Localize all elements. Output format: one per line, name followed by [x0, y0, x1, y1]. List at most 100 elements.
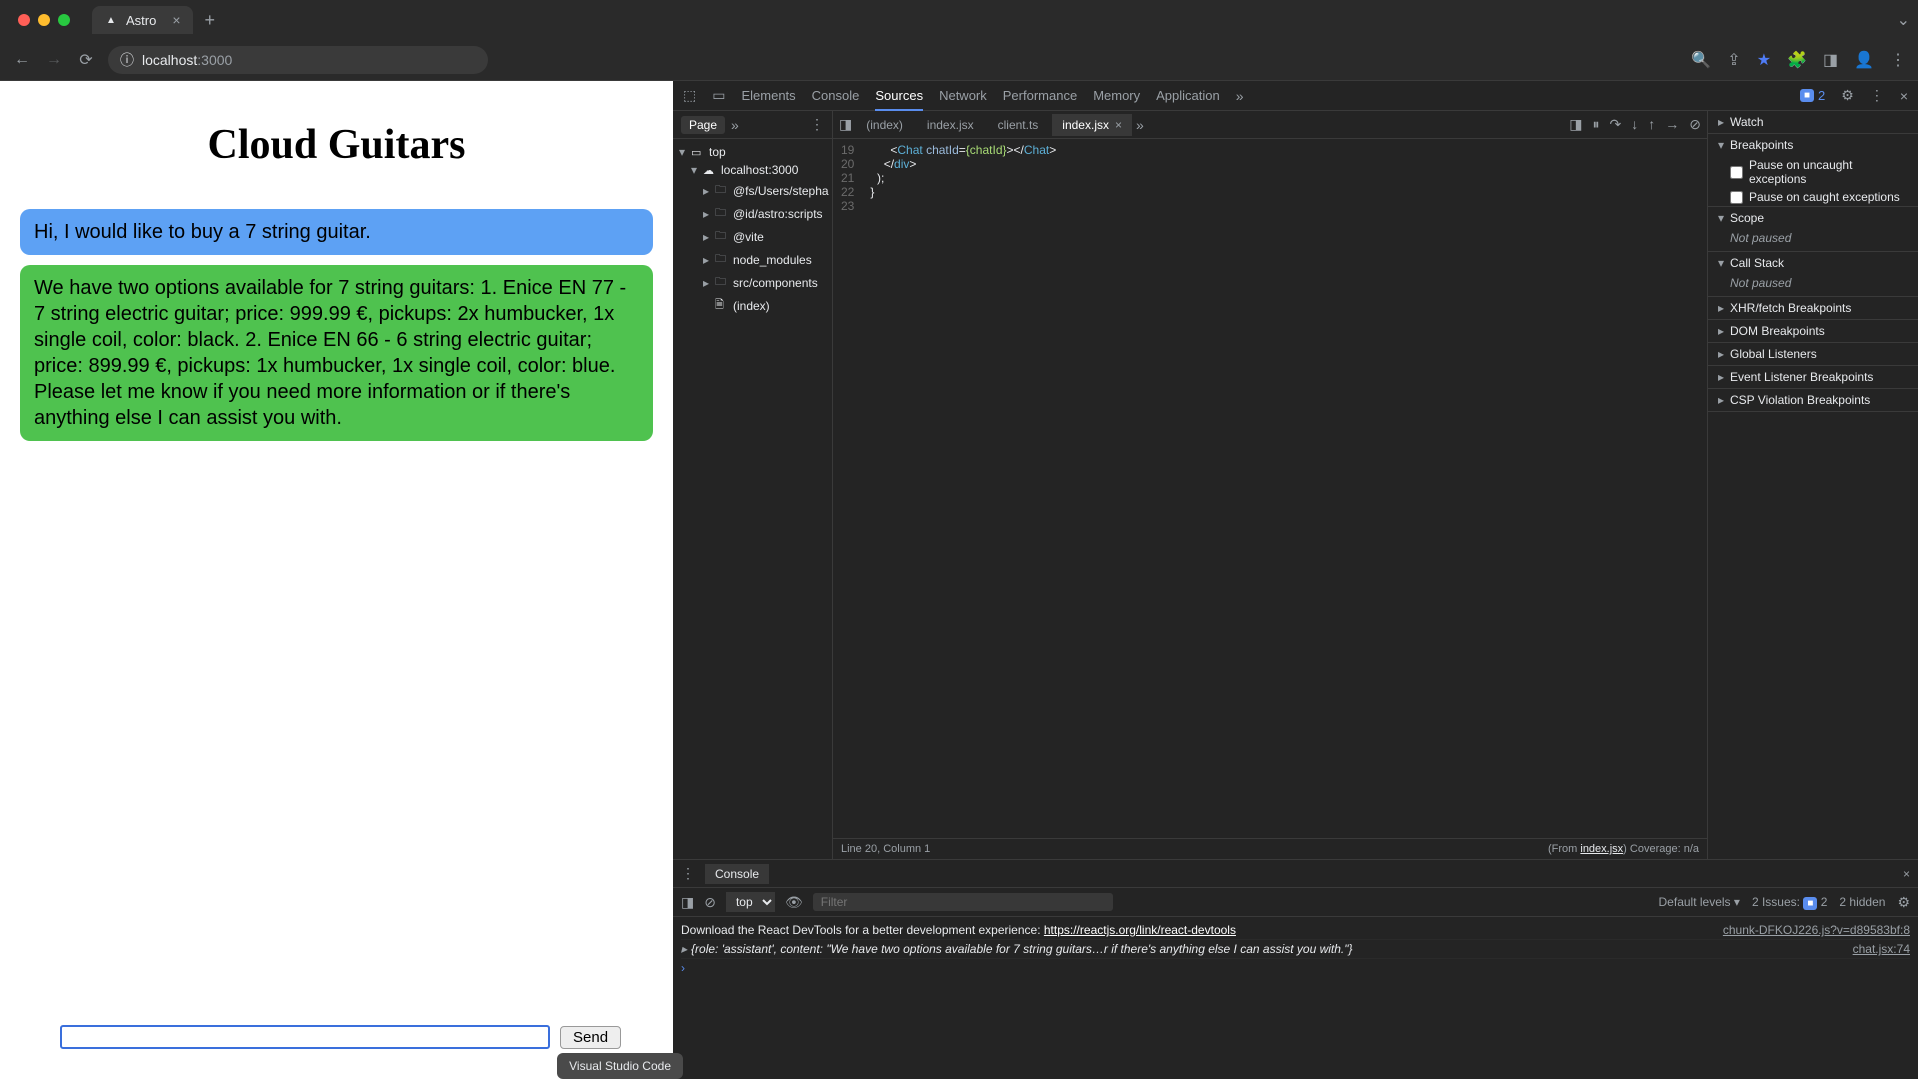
callstack-body: Not paused — [1708, 274, 1918, 296]
log-levels-dropdown[interactable]: Default levels ▾ — [1659, 895, 1740, 909]
scope-body: Not paused — [1708, 229, 1918, 251]
pause-icon[interactable]: ⏸ — [1593, 116, 1600, 133]
close-editor-tab-icon[interactable]: × — [1115, 118, 1122, 132]
filetree-folder[interactable]: ▸🗀 @fs/Users/stepha — [673, 179, 832, 202]
filetree-folder[interactable]: ▸🗀 @id/astro:scripts — [673, 202, 832, 225]
pause-caught-checkbox[interactable]: Pause on caught exceptions — [1708, 188, 1918, 206]
console-drawer: ⋮ Console × ◨ ⊘ top 👁 Default levels ▾ 2… — [673, 859, 1918, 1079]
step-out-icon[interactable]: ↑ — [1648, 116, 1655, 133]
clear-console-icon[interactable]: ⊘ — [704, 894, 716, 911]
filetree-menu-icon[interactable]: ⋮ — [810, 116, 824, 133]
browser-menu-icon[interactable]: ⋮ — [1890, 50, 1906, 70]
editor-tab[interactable]: client.ts — [988, 114, 1049, 136]
console-source-link[interactable]: chat.jsx:74 — [1853, 942, 1910, 956]
console-context-select[interactable]: top — [726, 892, 775, 912]
tab-performance[interactable]: Performance — [1003, 88, 1077, 103]
xhr-breakpoints-section[interactable]: ▸XHR/fetch Breakpoints — [1708, 297, 1918, 319]
more-tabs-icon[interactable]: » — [1236, 88, 1244, 104]
tab-application[interactable]: Application — [1156, 88, 1220, 103]
drawer-console-tab[interactable]: Console — [705, 864, 769, 884]
send-button[interactable]: Send — [560, 1026, 621, 1049]
url-field[interactable]: ⓘ localhost:3000 — [108, 46, 488, 74]
csp-breakpoints-section[interactable]: ▸CSP Violation Breakpoints — [1708, 389, 1918, 411]
console-source-link[interactable]: chunk-DFKOJ226.js?v=d89583bf:8 — [1723, 923, 1910, 937]
editor-status-bar: Line 20, Column 1 (From index.jsx) Cover… — [833, 838, 1707, 859]
global-listeners-section[interactable]: ▸Global Listeners — [1708, 343, 1918, 365]
console-sidebar-icon[interactable]: ◨ — [681, 894, 694, 911]
minimize-window-icon[interactable] — [38, 14, 50, 26]
sidepanel-icon[interactable]: ◨ — [1823, 50, 1838, 70]
filetree-page-tab[interactable]: Page — [681, 116, 725, 134]
deactivate-breakpoints-icon[interactable]: ⊘ — [1689, 116, 1701, 133]
site-info-icon[interactable]: ⓘ — [120, 50, 134, 70]
editor-tab-active[interactable]: index.jsx× — [1052, 114, 1132, 136]
browser-tab-bar: ▲ Astro × + ⌄ — [0, 0, 1918, 40]
toggle-debugger-icon[interactable]: ◨ — [1569, 116, 1582, 133]
scope-section[interactable]: ▾Scope — [1708, 207, 1918, 229]
devtools-settings-icon[interactable]: ⚙ — [1841, 87, 1854, 104]
filetree-folder[interactable]: ▸🗀 @vite — [673, 225, 832, 248]
maximize-window-icon[interactable] — [58, 14, 70, 26]
dom-breakpoints-section[interactable]: ▸DOM Breakpoints — [1708, 320, 1918, 342]
new-tab-button[interactable]: + — [205, 10, 216, 31]
filetree-host[interactable]: ▾☁ localhost:3000 — [673, 161, 832, 179]
filetree-folder[interactable]: ▸🗀 node_modules — [673, 248, 832, 271]
console-settings-icon[interactable]: ⚙ — [1897, 894, 1910, 911]
console-object[interactable]: ▸ {role: 'assistant', content: "We have … — [681, 942, 1853, 956]
extensions-icon[interactable]: 🧩 — [1787, 50, 1807, 70]
filetree-more-tabs-icon[interactable]: » — [731, 117, 739, 133]
close-window-icon[interactable] — [18, 14, 30, 26]
step-into-icon[interactable]: ↓ — [1631, 116, 1638, 133]
filetree-folder[interactable]: ▸🗀 src/components — [673, 271, 832, 294]
forward-button[interactable]: → — [44, 51, 64, 69]
share-icon[interactable]: ⇪ — [1727, 50, 1740, 70]
tab-console[interactable]: Console — [812, 88, 860, 103]
breakpoints-section[interactable]: ▾Breakpoints — [1708, 134, 1918, 156]
devtools-menu-icon[interactable]: ⋮ — [1870, 87, 1884, 104]
console-filter-input[interactable] — [813, 893, 1113, 911]
pause-uncaught-checkbox[interactable]: Pause on uncaught exceptions — [1708, 156, 1918, 188]
code-body[interactable]: 1920212223 <Chat chatId={chatId}></Chat>… — [833, 139, 1707, 838]
toggle-navigator-icon[interactable]: ◨ — [839, 116, 852, 133]
bookmark-icon[interactable]: ★ — [1757, 50, 1771, 70]
folder-icon: 🗀 — [715, 181, 729, 200]
more-editor-tabs-icon[interactable]: » — [1136, 117, 1144, 133]
source-file-link[interactable]: index.jsx — [1580, 843, 1623, 855]
console-prompt[interactable]: › — [681, 959, 1910, 975]
tab-network[interactable]: Network — [939, 88, 987, 103]
filetree-file[interactable]: 🗎 (index) — [673, 294, 832, 317]
live-expression-icon[interactable]: 👁 — [785, 894, 803, 911]
tab-memory[interactable]: Memory — [1093, 88, 1140, 103]
chat-input[interactable] — [60, 1025, 550, 1049]
expand-object-icon[interactable]: ▸ — [681, 942, 687, 956]
back-button[interactable]: ← — [12, 51, 32, 69]
filetree-root[interactable]: ▾▭ top — [673, 143, 832, 161]
issues-indicator[interactable]: ■ 2 — [1800, 88, 1825, 103]
callstack-section[interactable]: ▾Call Stack — [1708, 252, 1918, 274]
step-icon[interactable]: → — [1665, 116, 1679, 133]
tab-elements[interactable]: Elements — [741, 88, 795, 103]
search-icon[interactable]: 🔍 — [1691, 50, 1711, 70]
inspect-element-icon[interactable]: ⬚ — [683, 87, 696, 104]
reload-button[interactable]: ⟳ — [76, 50, 96, 70]
editor-tab[interactable]: index.jsx — [917, 114, 984, 136]
react-devtools-link[interactable]: https://reactjs.org/link/react-devtools — [1044, 923, 1236, 937]
console-issues[interactable]: 2 Issues: ■ 2 — [1752, 895, 1827, 909]
drawer-close-icon[interactable]: × — [1903, 867, 1910, 881]
sources-editor: ◨ (index) index.jsx client.ts index.jsx×… — [833, 111, 1708, 859]
browser-tab[interactable]: ▲ Astro × — [92, 6, 193, 34]
device-toolbar-icon[interactable]: ▭ — [712, 87, 725, 104]
watch-section[interactable]: ▸Watch — [1708, 111, 1918, 133]
filetree-folder-label: @vite — [733, 230, 764, 244]
close-tab-icon[interactable]: × — [172, 12, 180, 28]
step-over-icon[interactable]: ↷ — [1610, 116, 1622, 133]
profile-icon[interactable]: 👤 — [1854, 50, 1874, 70]
devtools-close-icon[interactable]: × — [1900, 88, 1908, 104]
tab-sources[interactable]: Sources — [875, 88, 923, 111]
editor-tab[interactable]: (index) — [856, 114, 913, 136]
tab-dropdown-icon[interactable]: ⌄ — [1897, 10, 1910, 30]
filetree-folder-label: @fs/Users/stepha — [733, 184, 829, 198]
folder-icon: 🗀 — [715, 204, 729, 223]
event-listener-breakpoints-section[interactable]: ▸Event Listener Breakpoints — [1708, 366, 1918, 388]
drawer-menu-icon[interactable]: ⋮ — [681, 865, 695, 882]
